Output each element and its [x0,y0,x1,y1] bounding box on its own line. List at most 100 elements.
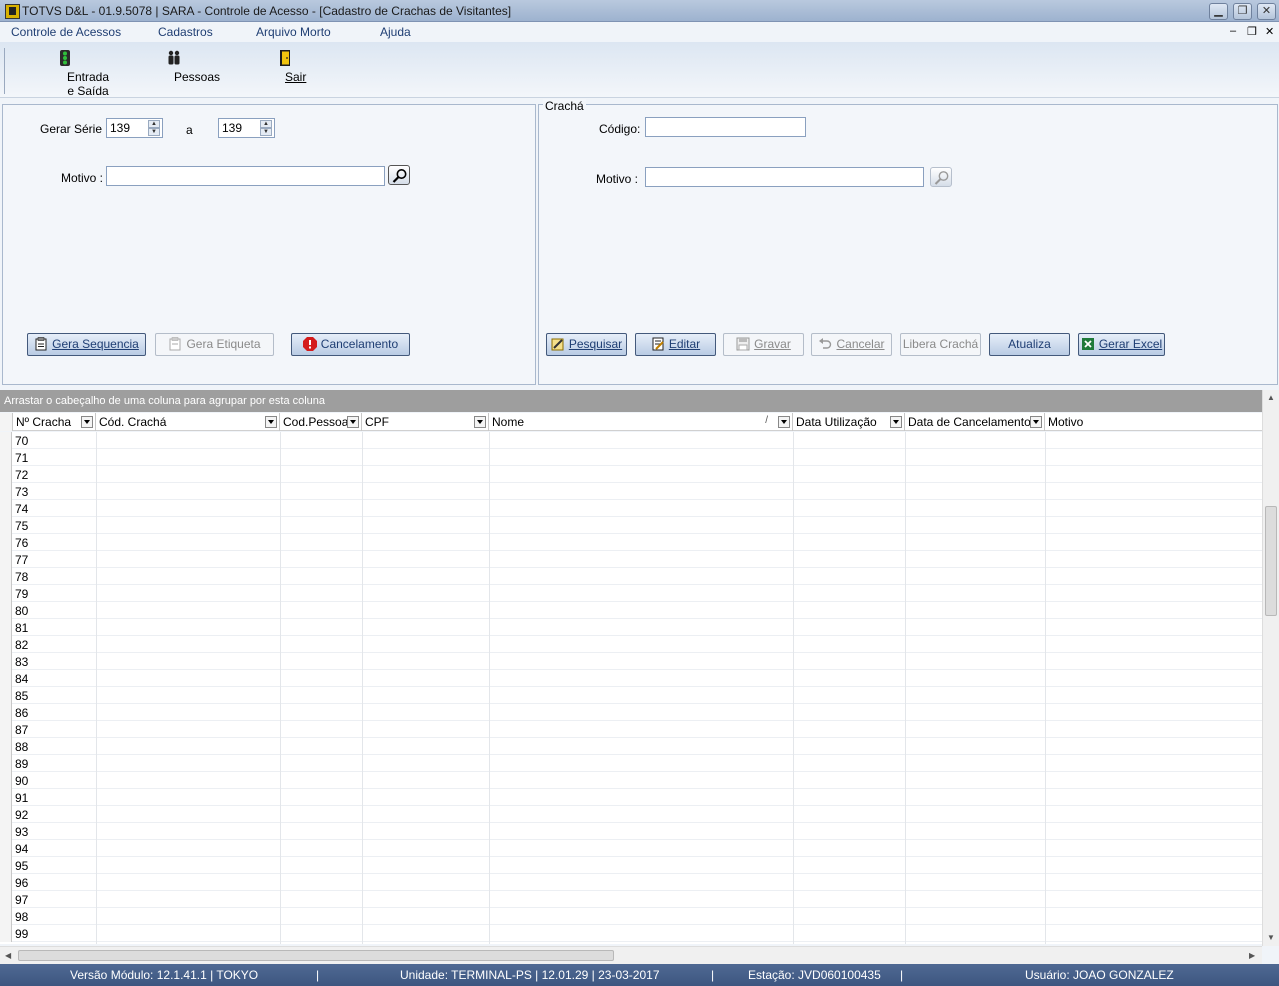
row-indicator[interactable] [0,687,12,704]
table-row[interactable]: 88 [0,738,1262,755]
col-header-motivo[interactable]: Motivo [1045,413,1262,431]
table-row[interactable]: 91 [0,789,1262,806]
table-row[interactable]: 90 [0,772,1262,789]
entrada-saida-button[interactable]: Entrada e Saída [19,50,111,98]
column-filter-icon[interactable] [778,416,790,428]
table-row[interactable]: 81 [0,619,1262,636]
row-indicator[interactable] [0,874,12,891]
column-filter-icon[interactable] [890,416,902,428]
mdi-restore-button[interactable]: ❐ [1247,25,1257,38]
col-header-cpf[interactable]: CPF [362,413,489,431]
table-row[interactable]: 94 [0,840,1262,857]
scroll-up-icon[interactable]: ▲ [1267,393,1275,402]
cancelar-button[interactable]: Cancelar [811,333,892,356]
restore-button[interactable]: ❐ [1233,3,1252,20]
spin-up-icon[interactable]: ▲ [260,120,272,128]
table-row[interactable]: 83 [0,653,1262,670]
atualiza-button[interactable]: Atualiza [989,333,1070,356]
table-row[interactable]: 79 [0,585,1262,602]
table-row[interactable]: 80 [0,602,1262,619]
column-filter-icon[interactable] [265,416,277,428]
column-filter-icon[interactable] [81,416,93,428]
table-row[interactable]: 73 [0,483,1262,500]
codigo-input[interactable] [645,117,806,137]
row-indicator[interactable] [0,755,12,772]
table-row[interactable]: 97 [0,891,1262,908]
row-indicator[interactable] [0,891,12,908]
table-row[interactable]: 82 [0,636,1262,653]
gera-etiqueta-button[interactable]: Gera Etiqueta [155,333,274,356]
motivo-lookup-button-right[interactable] [930,167,952,187]
row-indicator[interactable] [0,432,12,449]
table-row[interactable]: 85 [0,687,1262,704]
col-header-data-utilizacao[interactable]: Data Utilização [793,413,905,431]
table-row[interactable]: 75 [0,517,1262,534]
close-button[interactable]: ✕ [1257,3,1276,20]
table-row[interactable]: 72 [0,466,1262,483]
row-indicator[interactable] [0,517,12,534]
menu-arquivo-morto[interactable]: Arquivo Morto [256,25,331,39]
scroll-right-icon[interactable]: ▶ [1249,951,1255,960]
menu-cadastros[interactable]: Cadastros [158,25,213,39]
col-header-nome[interactable]: Nome / [489,413,793,431]
row-indicator[interactable] [0,500,12,517]
row-indicator[interactable] [0,857,12,874]
vertical-scroll-thumb[interactable] [1265,506,1277,616]
scroll-left-icon[interactable]: ◀ [5,951,11,960]
table-row[interactable]: 98 [0,908,1262,925]
menu-ajuda[interactable]: Ajuda [380,25,411,39]
gerar-excel-button[interactable]: Gerar Excel [1078,333,1165,356]
row-indicator[interactable] [0,534,12,551]
menu-controle-de-acessos[interactable]: Controle de Acessos [11,25,121,39]
row-indicator[interactable] [0,704,12,721]
mdi-close-button[interactable]: ✕ [1265,25,1274,38]
table-row[interactable]: 93 [0,823,1262,840]
libera-cracha-button[interactable]: Libera Crachá [900,333,981,356]
row-indicator[interactable] [0,449,12,466]
table-row[interactable]: 87 [0,721,1262,738]
row-indicator[interactable] [0,466,12,483]
column-filter-icon[interactable] [347,416,359,428]
table-row[interactable]: 96 [0,874,1262,891]
editar-button[interactable]: Editar [635,333,716,356]
table-row[interactable]: 74 [0,500,1262,517]
serie-to-spinner[interactable]: 139 ▲ ▼ [218,118,275,138]
vertical-scrollbar[interactable]: ▲ ▼ [1262,390,1279,946]
row-indicator[interactable] [0,653,12,670]
col-header-nr-cracha[interactable]: Nº Cracha [13,413,96,431]
motivo-lookup-button-left[interactable] [388,165,410,185]
table-row[interactable]: 92 [0,806,1262,823]
row-indicator[interactable] [0,619,12,636]
row-indicator[interactable] [0,636,12,653]
row-indicator[interactable] [0,823,12,840]
serie-from-spinner[interactable]: 139 ▲ ▼ [106,118,163,138]
scroll-down-icon[interactable]: ▼ [1267,933,1275,942]
pessoas-button[interactable]: Pessoas [150,50,220,84]
table-row[interactable]: 76 [0,534,1262,551]
row-indicator[interactable] [0,840,12,857]
sair-button[interactable]: Sair [270,50,306,84]
motivo-input-right[interactable] [645,167,924,187]
gera-sequencia-button[interactable]: Gera Sequencia [27,333,146,356]
gravar-button[interactable]: Gravar [723,333,804,356]
cancelamento-button[interactable]: Cancelamento [291,333,410,356]
minimize-button[interactable]: ▁ [1209,3,1228,20]
table-row[interactable]: 78 [0,568,1262,585]
horizontal-scroll-thumb[interactable] [18,950,614,961]
table-row[interactable]: 71 [0,449,1262,466]
column-filter-icon[interactable] [1030,416,1042,428]
row-indicator[interactable] [0,568,12,585]
mdi-minimize-button[interactable]: – [1230,25,1236,37]
table-row[interactable]: 99 [0,925,1262,942]
row-indicator[interactable] [0,772,12,789]
spin-down-icon[interactable]: ▼ [260,128,272,136]
row-indicator[interactable] [0,670,12,687]
spin-up-icon[interactable]: ▲ [148,120,160,128]
spin-down-icon[interactable]: ▼ [148,128,160,136]
row-indicator[interactable] [0,738,12,755]
table-row[interactable]: 77 [0,551,1262,568]
row-indicator[interactable] [0,925,12,942]
row-indicator[interactable] [0,483,12,500]
col-header-cod-pessoa[interactable]: Cod.Pessoa [280,413,362,431]
row-indicator[interactable] [0,602,12,619]
